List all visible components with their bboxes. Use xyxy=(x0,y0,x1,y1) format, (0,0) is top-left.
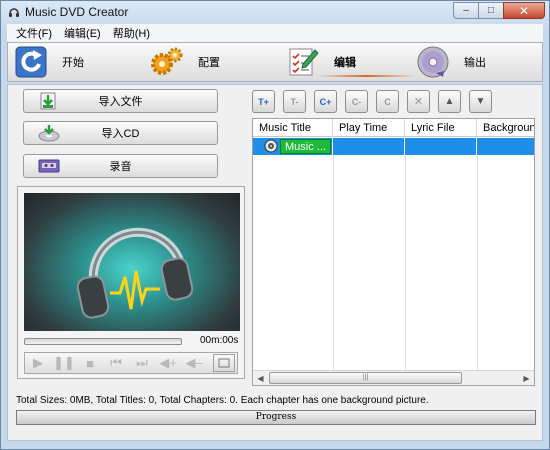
step-edit-label: 编辑 xyxy=(334,57,356,69)
delete-button[interactable]: ✕ xyxy=(407,90,430,113)
previous-button[interactable]: ⏮ xyxy=(103,353,129,373)
step-start-label: 开始 xyxy=(62,57,84,69)
volume-up-button[interactable]: ◀+ xyxy=(155,353,181,373)
cell-background[interactable] xyxy=(477,138,534,155)
status-text: Total Sizes: 0MB, Total Titles: 0, Total… xyxy=(16,395,429,406)
music-title-value: Music ... xyxy=(280,139,331,154)
window-controls: – □ ✕ xyxy=(453,2,545,19)
column-header-background[interactable]: Background xyxy=(477,119,534,137)
horizontal-scrollbar[interactable]: ◀ ||| ▶ xyxy=(253,370,534,385)
import-cd-icon xyxy=(38,125,60,142)
play-icon: ▶ xyxy=(33,355,43,370)
column-header-music-title[interactable]: Music Title xyxy=(253,119,333,137)
previous-icon: ⏮ xyxy=(110,355,122,370)
add-chapter-button[interactable]: C+ xyxy=(314,90,337,113)
step-bar: 开始 配置 编辑 输出 xyxy=(7,42,543,82)
column-header-lyric-file[interactable]: Lyric File xyxy=(405,119,477,137)
cell-lyric-file[interactable] xyxy=(405,138,477,155)
stop-icon: ■ xyxy=(86,355,94,371)
step-output-label: 输出 xyxy=(464,57,486,69)
record-button[interactable]: 录音 xyxy=(23,154,218,178)
cell-play-time[interactable] xyxy=(333,138,405,155)
move-up-button[interactable]: ▲ xyxy=(438,90,461,113)
refresh-arrow-icon xyxy=(14,45,48,79)
headphones-icon xyxy=(76,227,194,319)
title-toolbar: T+ T- C+ C- C ✕ ▲ ▼ xyxy=(252,90,500,114)
cell-music-title[interactable]: Music ... xyxy=(253,138,333,155)
move-down-button[interactable]: ▼ xyxy=(469,90,492,113)
step-output[interactable]: 输出 xyxy=(416,43,486,81)
checklist-pencil-icon xyxy=(286,45,320,79)
remove-title-button[interactable]: T- xyxy=(283,90,306,113)
minimize-button[interactable]: – xyxy=(453,2,479,19)
title-bar[interactable]: Music DVD Creator – □ ✕ xyxy=(1,1,549,23)
remove-chapter-button[interactable]: C- xyxy=(345,90,368,113)
grid-header: Music Title Play Time Lyric File Backgro… xyxy=(253,119,534,137)
cassette-icon xyxy=(38,159,60,173)
fullscreen-icon xyxy=(218,358,230,368)
remove-title-icon: T- xyxy=(290,96,299,107)
menu-bar: 文件(F) 编辑(E) 帮助(H) xyxy=(7,24,543,42)
table-row[interactable]: Music ... xyxy=(253,138,534,155)
maximize-icon: □ xyxy=(487,5,495,16)
disc-icon xyxy=(416,45,450,79)
app-logo-icon xyxy=(9,8,19,17)
step-config[interactable]: 配置 xyxy=(150,43,220,81)
gears-icon xyxy=(150,45,184,79)
next-button[interactable]: ⏭ xyxy=(129,353,155,373)
scroll-thumb[interactable]: ||| xyxy=(269,372,462,384)
volume-down-icon: ◀– xyxy=(185,355,203,370)
minimize-icon: – xyxy=(463,5,469,16)
remove-chapter-icon: C- xyxy=(351,96,362,107)
pause-icon: ❚❚ xyxy=(53,355,75,370)
step-config-label: 配置 xyxy=(198,57,220,69)
playback-time: 00m:00s xyxy=(200,335,239,346)
pause-button[interactable]: ❚❚ xyxy=(51,353,77,373)
preview-image xyxy=(24,193,240,331)
import-file-button[interactable]: 导入文件 xyxy=(23,89,218,113)
play-button[interactable]: ▶ xyxy=(25,353,51,373)
music-grid[interactable]: Music Title Play Time Lyric File Backgro… xyxy=(252,118,535,386)
progress-label: Progress xyxy=(255,412,297,422)
maximize-button[interactable]: □ xyxy=(478,2,504,19)
delete-icon: ✕ xyxy=(413,96,424,108)
chapter-settings-button[interactable]: C xyxy=(376,90,399,113)
seek-bar[interactable] xyxy=(24,338,182,345)
fullscreen-button[interactable] xyxy=(213,354,235,372)
close-button[interactable]: ✕ xyxy=(503,2,545,19)
chapter-settings-icon: C xyxy=(384,96,391,107)
volume-down-button[interactable]: ◀– xyxy=(181,353,207,373)
scroll-left-icon[interactable]: ◀ xyxy=(254,372,267,385)
grid-column-lines xyxy=(333,156,478,371)
import-cd-button[interactable]: 导入CD xyxy=(23,121,218,145)
speaker-icon xyxy=(264,139,278,153)
stop-button[interactable]: ■ xyxy=(77,353,103,373)
menu-help[interactable]: 帮助(H) xyxy=(107,25,156,41)
move-up-icon: ▲ xyxy=(444,96,455,107)
move-down-icon: ▼ xyxy=(475,96,486,107)
player-panel: 00m:00s ▶ ❚❚ ■ ⏮ ⏭ ◀+ ◀– xyxy=(17,186,245,379)
column-header-play-time[interactable]: Play Time xyxy=(333,119,405,137)
menu-edit[interactable]: 编辑(E) xyxy=(58,25,107,41)
app-window: Music DVD Creator – □ ✕ 文件(F) 编辑(E) 帮助(H… xyxy=(0,0,550,450)
next-icon: ⏭ xyxy=(136,355,148,370)
add-chapter-icon: C+ xyxy=(319,96,332,107)
menu-file[interactable]: 文件(F) xyxy=(10,25,58,41)
window-title: Music DVD Creator xyxy=(25,5,129,19)
scroll-right-icon[interactable]: ▶ xyxy=(520,372,533,385)
import-file-icon xyxy=(40,92,56,110)
active-step-indicator xyxy=(316,75,416,77)
progress-bar: Progress xyxy=(16,410,536,425)
volume-up-icon: ◀+ xyxy=(159,355,177,370)
content-panel: 导入文件 导入CD 录音 00m:00s ▶ ❚❚ ■ ⏮ ⏭ ◀+ ◀– T+… xyxy=(7,84,543,441)
add-title-icon: T+ xyxy=(258,96,269,107)
player-controls: ▶ ❚❚ ■ ⏮ ⏭ ◀+ ◀– xyxy=(24,352,238,374)
step-start[interactable]: 开始 xyxy=(14,43,84,81)
add-title-button[interactable]: T+ xyxy=(252,90,275,113)
close-icon: ✕ xyxy=(518,3,530,18)
